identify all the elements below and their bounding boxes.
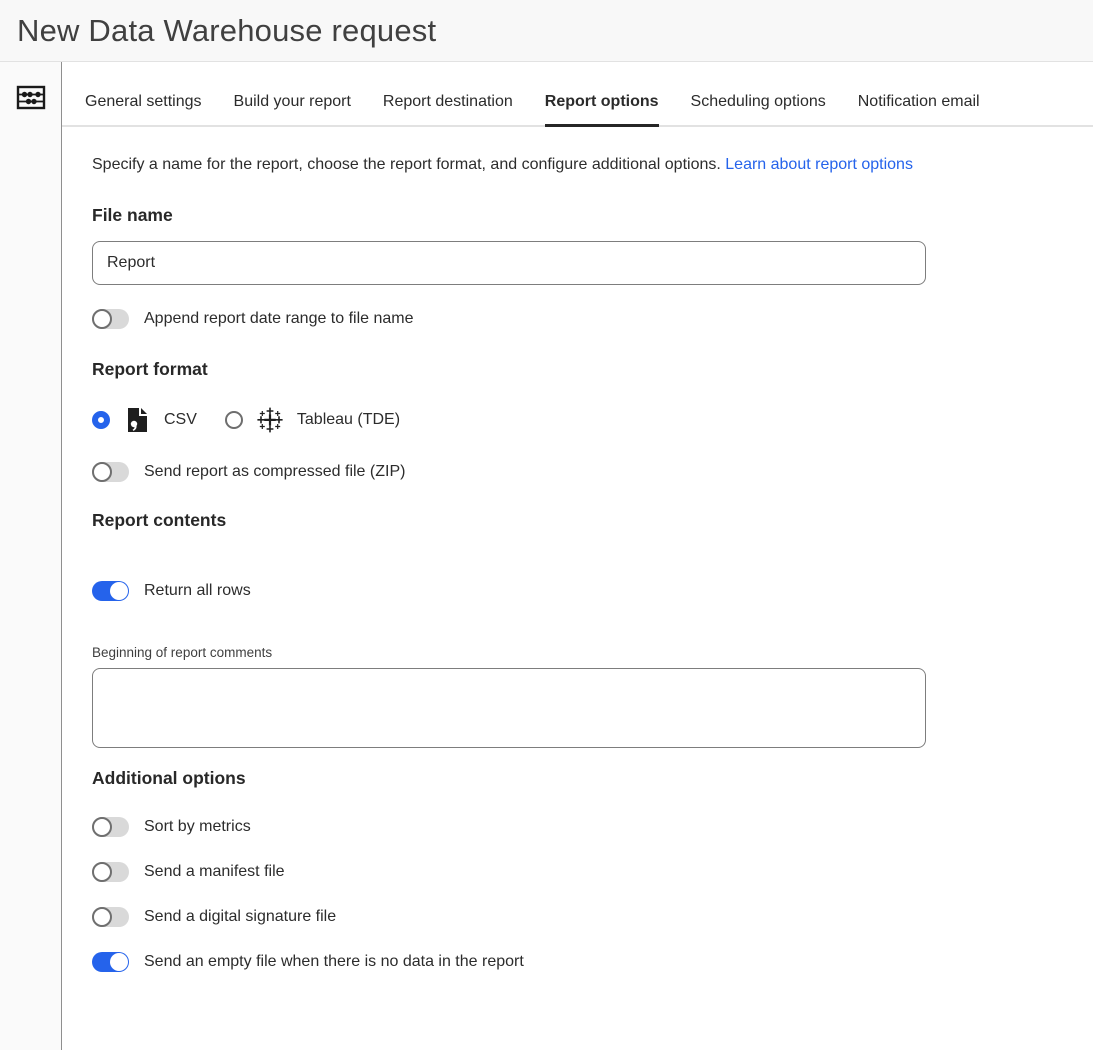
tab-build-your-report[interactable]: Build your report [234, 93, 351, 127]
intro-description: Specify a name for the report, choose th… [92, 156, 725, 173]
comments-textarea[interactable] [92, 668, 926, 748]
tab-bar: General settings Build your report Repor… [62, 62, 1093, 127]
tab-notification-email[interactable]: Notification email [858, 93, 980, 127]
file-name-input[interactable] [92, 241, 926, 285]
sort-by-metrics-switch[interactable] [92, 817, 129, 837]
append-date-range-switch[interactable] [92, 309, 129, 329]
main-layout: General settings Build your report Repor… [0, 62, 1093, 1050]
report-options-form: Specify a name for the report, choose th… [62, 127, 1093, 972]
sort-by-metrics-label: Sort by metrics [144, 818, 251, 836]
zip-switch[interactable] [92, 462, 129, 482]
append-date-range-label: Append report date range to file name [144, 310, 414, 328]
title-bar: New Data Warehouse request [0, 0, 1093, 62]
file-name-heading: File name [92, 205, 1093, 226]
format-option-csv[interactable]: CSV [92, 406, 197, 434]
tab-general-settings[interactable]: General settings [85, 93, 202, 127]
return-all-rows-toggle-row[interactable]: Return all rows [92, 581, 1093, 601]
tab-report-destination[interactable]: Report destination [383, 93, 513, 127]
digital-signature-label: Send a digital signature file [144, 908, 336, 926]
tableau-radio[interactable] [225, 411, 243, 429]
comments-label: Beginning of report comments [92, 645, 1093, 660]
append-date-range-toggle-row[interactable]: Append report date range to file name [92, 309, 1093, 329]
learn-about-link[interactable]: Learn about report options [725, 156, 913, 173]
report-format-radio-group: CSV [92, 406, 1093, 434]
empty-file-toggle-row[interactable]: Send an empty file when there is no data… [92, 952, 1093, 972]
report-contents-heading: Report contents [92, 510, 1093, 531]
sort-by-metrics-toggle-row[interactable]: Sort by metrics [92, 817, 1093, 837]
page-title: New Data Warehouse request [17, 13, 436, 49]
zip-toggle-row[interactable]: Send report as compressed file (ZIP) [92, 462, 1093, 482]
empty-file-label: Send an empty file when there is no data… [144, 953, 524, 971]
manifest-file-toggle-row[interactable]: Send a manifest file [92, 862, 1093, 882]
tableau-icon [256, 406, 284, 434]
report-format-heading: Report format [92, 359, 1093, 380]
left-rail [0, 62, 62, 1050]
intro-text: Specify a name for the report, choose th… [92, 150, 914, 179]
csv-file-icon [123, 406, 151, 434]
tab-scheduling-options[interactable]: Scheduling options [691, 93, 826, 127]
csv-label: CSV [164, 411, 197, 429]
tab-report-options[interactable]: Report options [545, 93, 659, 127]
format-option-tableau[interactable]: Tableau (TDE) [225, 406, 400, 434]
return-all-rows-switch[interactable] [92, 581, 129, 601]
digital-signature-switch[interactable] [92, 907, 129, 927]
data-warehouse-icon[interactable] [15, 81, 47, 113]
main-panel: General settings Build your report Repor… [62, 62, 1093, 1050]
manifest-file-label: Send a manifest file [144, 863, 285, 881]
zip-label: Send report as compressed file (ZIP) [144, 463, 405, 481]
csv-radio[interactable] [92, 411, 110, 429]
digital-signature-toggle-row[interactable]: Send a digital signature file [92, 907, 1093, 927]
additional-options-heading: Additional options [92, 768, 1093, 789]
tableau-label: Tableau (TDE) [297, 411, 400, 429]
manifest-file-switch[interactable] [92, 862, 129, 882]
empty-file-switch[interactable] [92, 952, 129, 972]
return-all-rows-label: Return all rows [144, 582, 251, 600]
